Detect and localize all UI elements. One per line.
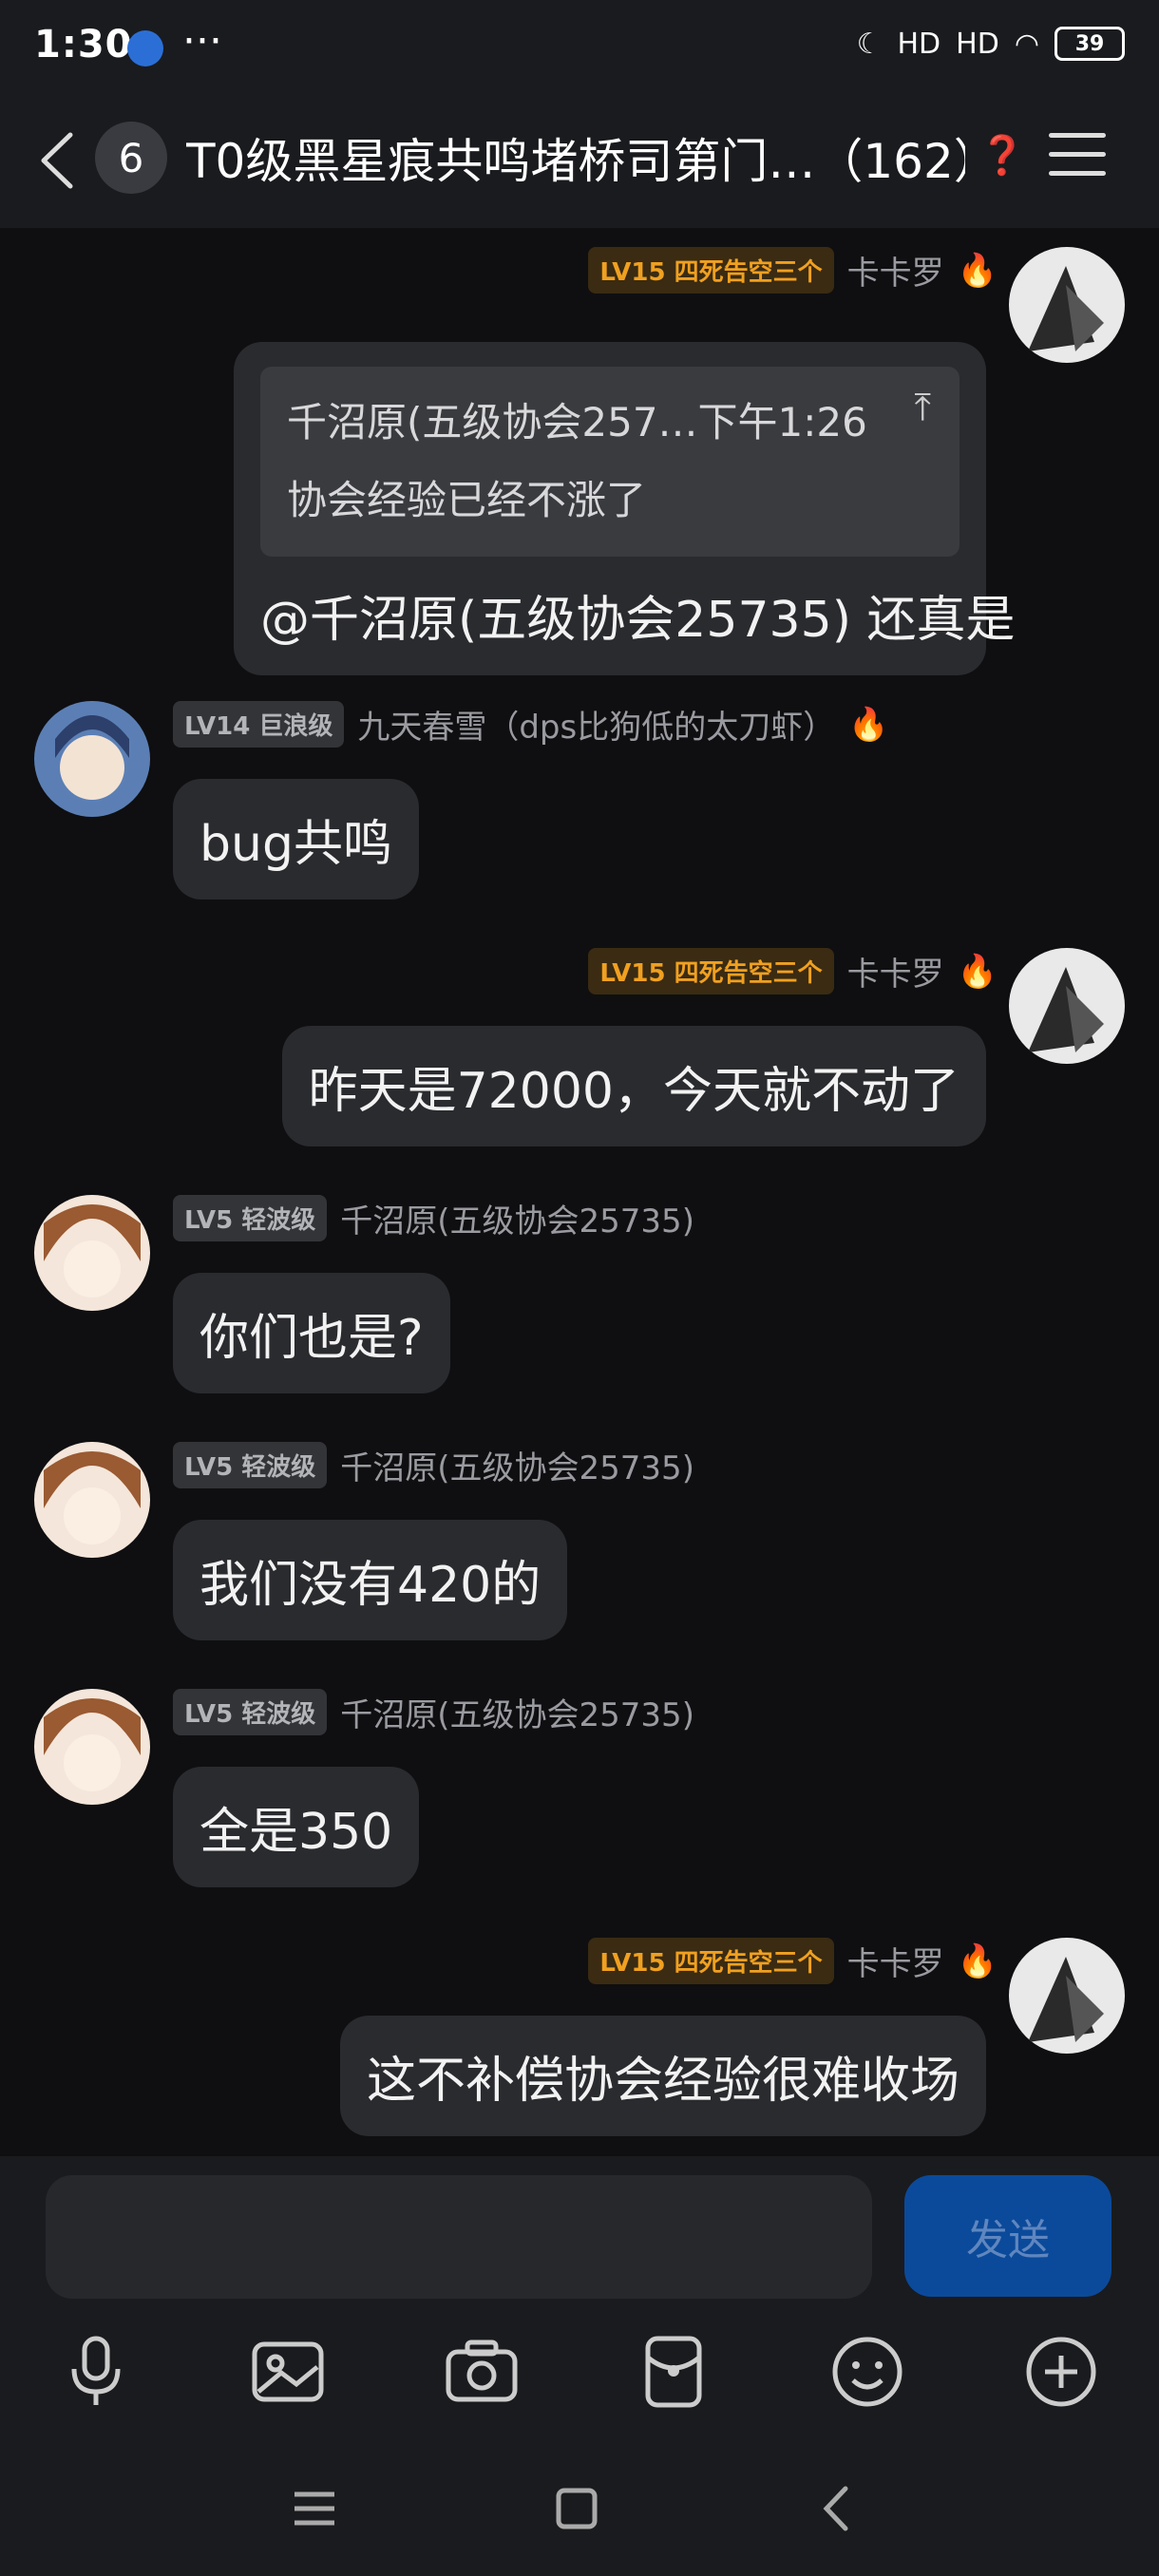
sender-name[interactable]: 千沼原(五级协会25735) (340, 1442, 694, 1488)
camera-icon[interactable] (439, 2329, 524, 2415)
sender-name[interactable]: 九天春雪（dps比狗低的太刀虾） (357, 701, 835, 748)
message-row: LV14 巨浪级 九天春雪（dps比狗低的太刀虾） 🔥 bug共鸣 (0, 701, 1159, 900)
sender-name[interactable]: 卡卡罗 (847, 1938, 944, 1984)
microphone-icon[interactable] (53, 2329, 139, 2415)
message-row: LV5 轻波级 千沼原(五级协会25735) 你们也是? (0, 1195, 1159, 1393)
emoji-icon[interactable] (825, 2329, 910, 2415)
message-row: LV5 轻波级 千沼原(五级协会25735) 全是350 (0, 1689, 1159, 1887)
message-bubble[interactable]: 这不补偿协会经验很难收场 (339, 2016, 986, 2136)
level-badge: LV15 四死告空三个 (588, 247, 834, 294)
quote-text: 协会经验已经不涨了 (287, 477, 647, 523)
input-area: 发送 (0, 2156, 1159, 2327)
message-text: 这不补偿协会经验很难收场 (366, 2053, 960, 2110)
message-row: LV5 轻波级 千沼原(五级协会25735) 我们没有420的 (0, 1442, 1159, 1640)
home-icon[interactable] (543, 2475, 610, 2542)
moon-icon: ☾ (856, 27, 883, 61)
message-bubble[interactable]: 全是350 (173, 1767, 420, 1887)
message-meta: LV14 巨浪级 九天春雪（dps比狗低的太刀虾） 🔥 (173, 701, 889, 748)
status-time: 1:30 (34, 23, 133, 66)
message-text: 我们没有420的 (200, 1557, 542, 1614)
message-bubble[interactable]: 你们也是? (173, 1273, 450, 1393)
jump-to-quote-icon[interactable]: ⤒ (914, 386, 931, 429)
avatar[interactable] (1009, 948, 1125, 1064)
message-bubble[interactable]: bug共鸣 (173, 779, 419, 900)
fire-icon: 🔥 (957, 251, 998, 290)
message-bubble[interactable]: 千沼原(五级协会257…下午1:26 协会经验已经不涨了 ⤒ @千沼原(五级协会… (234, 342, 1016, 675)
message-meta: LV5 轻波级 千沼原(五级协会25735) (173, 1689, 694, 1735)
fire-icon: 🔥 (957, 952, 998, 991)
fire-icon: 🔥 (957, 1941, 998, 1980)
message-meta: LV15 四死告空三个 卡卡罗 🔥 (588, 948, 998, 994)
avatar[interactable] (34, 1689, 150, 1805)
level-badge: LV5 轻波级 (173, 1689, 328, 1735)
battery-icon: 39 (1054, 27, 1125, 61)
level-badge: LV15 四死告空三个 (588, 948, 834, 994)
level-badge: LV15 四死告空三个 (588, 1938, 834, 1984)
message-text: @千沼原(五级协会25735) 还真是 (260, 592, 1016, 649)
status-bar: 1:30 ··· ☾ HD HD ◠ 39 (0, 0, 1159, 95)
send-button[interactable]: 发送 (904, 2175, 1112, 2297)
avatar[interactable] (34, 1442, 150, 1558)
input-toolbar (0, 2327, 1159, 2441)
quote-header: 千沼原(五级协会257…下午1:26 (287, 399, 867, 445)
app-notification-icon (127, 30, 163, 66)
message-row: LV15 四死告空三个 卡卡罗 🔥 这不补偿协会经验很难收场 (0, 1938, 1159, 2136)
more-notifications-icon: ··· (182, 17, 222, 66)
message-meta: LV5 轻波级 千沼原(五级协会25735) (173, 1195, 694, 1241)
message-row: LV15 四死告空三个 卡卡罗 🔥 昨天是72000，今天就不动了 (0, 948, 1159, 1146)
system-nav-bar (0, 2441, 1159, 2576)
message-meta: LV15 四死告空三个 卡卡罗 🔥 (588, 1938, 998, 1984)
back-nav-icon[interactable] (804, 2475, 870, 2542)
message-row: LV15 四死告空三个 卡卡罗 🔥 千沼原(五级协会257…下午1:26 协会经… (0, 247, 1159, 675)
level-badge: LV5 轻波级 (173, 1195, 328, 1241)
avatar[interactable] (1009, 247, 1125, 363)
sender-name[interactable]: 卡卡罗 (847, 247, 944, 294)
wifi-icon: ◠ (1014, 27, 1039, 61)
level-badge: LV5 轻波级 (173, 1442, 328, 1488)
image-icon[interactable] (245, 2329, 331, 2415)
sender-name[interactable]: 千沼原(五级协会25735) (340, 1689, 694, 1735)
avatar[interactable] (34, 1195, 150, 1311)
sender-name[interactable]: 卡卡罗 (847, 948, 944, 994)
message-text: 你们也是? (200, 1310, 424, 1367)
menu-icon[interactable] (1049, 133, 1106, 180)
signal-icon: HD (897, 27, 941, 61)
message-text: 昨天是72000，今天就不动了 (308, 1063, 960, 1120)
message-meta: LV5 轻波级 千沼原(五级协会25735) (173, 1442, 694, 1488)
status-icons: ☾ HD HD ◠ 39 (857, 27, 1125, 61)
recent-apps-icon[interactable] (281, 2475, 348, 2542)
red-packet-icon[interactable] (631, 2329, 716, 2415)
sender-name[interactable]: 千沼原(五级协会25735) (340, 1195, 694, 1241)
back-icon[interactable] (34, 127, 82, 194)
fire-icon: 🔥 (848, 705, 889, 744)
level-badge: LV14 巨浪级 (173, 701, 345, 748)
avatar[interactable] (1009, 1938, 1125, 2054)
message-bubble[interactable]: 我们没有420的 (173, 1520, 568, 1640)
unread-badge[interactable]: 6 (95, 122, 167, 194)
signal-icon: HD (956, 27, 999, 61)
message-text: 全是350 (200, 1804, 393, 1861)
chat-title[interactable]: T0级黑星痕共鸣堵桥司第门…（162） (186, 123, 965, 192)
ear-icon[interactable]: ❓ (978, 133, 1026, 178)
chat-messages[interactable]: LV15 四死告空三个 卡卡罗 🔥 千沼原(五级协会257…下午1:26 协会经… (0, 228, 1159, 2156)
message-text: bug共鸣 (200, 816, 392, 873)
plus-icon[interactable] (1018, 2329, 1104, 2415)
avatar[interactable] (34, 701, 150, 817)
message-bubble[interactable]: 昨天是72000，今天就不动了 (281, 1026, 986, 1146)
quoted-message[interactable]: 千沼原(五级协会257…下午1:26 协会经验已经不涨了 ⤒ (260, 367, 960, 557)
message-meta: LV15 四死告空三个 卡卡罗 🔥 (588, 247, 998, 294)
message-input[interactable] (46, 2175, 872, 2299)
